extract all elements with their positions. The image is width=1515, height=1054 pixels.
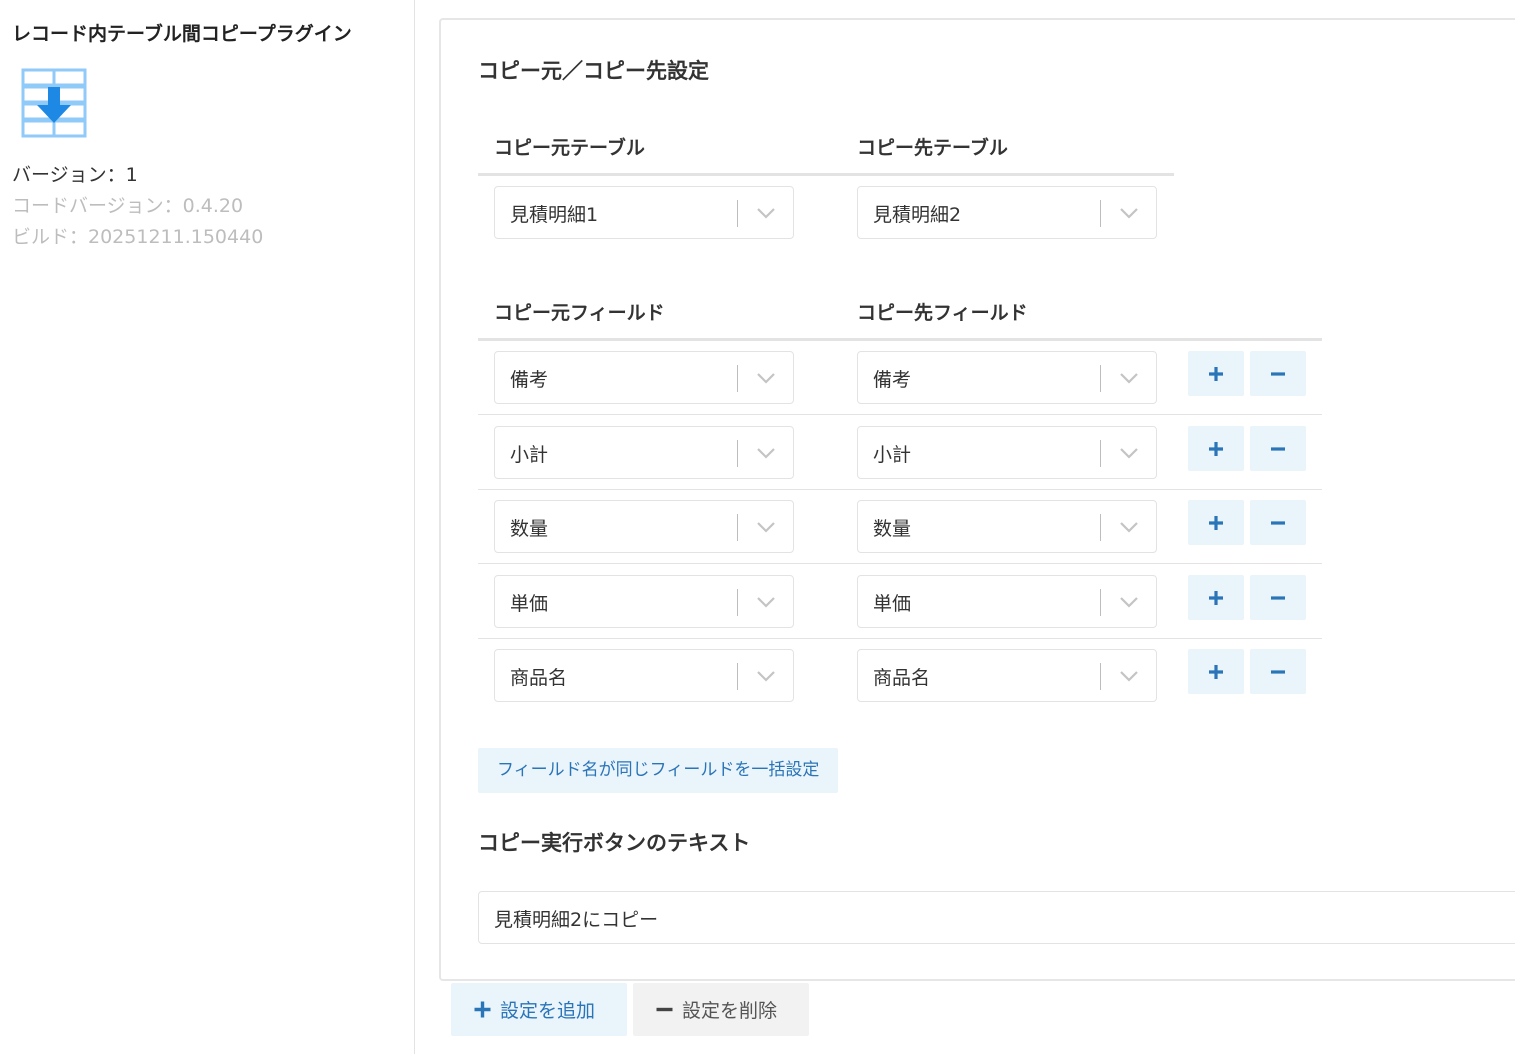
add-row-button[interactable] [1188, 351, 1244, 396]
select-separator [1100, 514, 1101, 541]
source-field-value: 数量 [510, 518, 549, 540]
select-separator [1100, 365, 1101, 392]
chevron-down-icon[interactable] [755, 370, 777, 386]
table-copy-icon [21, 67, 87, 143]
source-field-value: 商品名 [510, 667, 568, 689]
source-field-select[interactable]: 商品名 [494, 649, 794, 702]
dest-field-select[interactable]: 商品名 [857, 649, 1157, 702]
plus-icon [1209, 366, 1223, 381]
source-field-value: 備考 [510, 369, 549, 391]
dest-field-value: 備考 [873, 369, 912, 391]
chevron-down-icon[interactable] [1118, 594, 1140, 610]
remove-setting-label: 設定を削除 [682, 1000, 778, 1022]
source-field-value: 単価 [510, 593, 549, 615]
dest-field-value: 小計 [873, 444, 912, 466]
remove-row-button[interactable] [1250, 351, 1306, 396]
button-text-value: 見積明細2にコピー [494, 909, 659, 931]
select-separator [737, 663, 738, 690]
version-text: バージョン：1 [12, 164, 138, 186]
select-separator [737, 200, 738, 227]
select-separator [737, 514, 738, 541]
chevron-down-icon[interactable] [1118, 205, 1140, 221]
source-field-select[interactable]: 数量 [494, 500, 794, 553]
table-header-divider [478, 173, 1174, 176]
source-table-select[interactable]: 見積明細1 [494, 186, 794, 239]
minus-icon [1271, 520, 1285, 525]
minus-icon [1271, 446, 1285, 451]
dest-field-select[interactable]: 小計 [857, 426, 1157, 479]
plus-icon [1209, 441, 1223, 456]
add-row-button[interactable] [1188, 575, 1244, 620]
source-field-select[interactable]: 小計 [494, 426, 794, 479]
source-table-header: コピー元テーブル [494, 137, 645, 159]
row-divider [478, 563, 1322, 564]
chevron-down-icon[interactable] [755, 519, 777, 535]
bulk-set-same-fields-button[interactable]: フィールド名が同じフィールドを一括設定 [478, 748, 839, 793]
code-version-text: コードバージョン：0.4.20 [12, 195, 244, 217]
minus-icon [1271, 371, 1285, 376]
source-field-select[interactable]: 単価 [494, 575, 794, 628]
chevron-down-icon[interactable] [755, 594, 777, 610]
sidebar: レコード内テーブル間コピープラグイン バージョン：1 コードバージョン：0.4.… [0, 0, 415, 1054]
button-text-input[interactable]: 見積明細2にコピー [478, 891, 1515, 944]
source-field-select[interactable]: 備考 [494, 351, 794, 404]
copy-settings-title: コピー元／コピー先設定 [478, 59, 709, 83]
add-row-button[interactable] [1188, 649, 1244, 694]
chevron-down-icon[interactable] [1118, 445, 1140, 461]
dest-field-select[interactable]: 単価 [857, 575, 1157, 628]
select-separator [1100, 440, 1101, 467]
select-separator [737, 440, 738, 467]
remove-row-button[interactable] [1250, 500, 1306, 545]
remove-setting-button[interactable]: 設定を削除 [633, 983, 809, 1036]
minus-icon [1271, 595, 1285, 600]
plus-icon [1209, 515, 1223, 530]
chevron-down-icon[interactable] [755, 445, 777, 461]
dest-field-select[interactable]: 備考 [857, 351, 1157, 404]
minus-icon [1271, 669, 1285, 674]
chevron-down-icon[interactable] [1118, 519, 1140, 535]
dest-table-select[interactable]: 見積明細2 [857, 186, 1157, 239]
source-table-value: 見積明細1 [510, 204, 599, 226]
source-field-value: 小計 [510, 444, 549, 466]
dest-table-header: コピー先テーブル [857, 137, 1008, 159]
add-setting-button[interactable]: 設定を追加 [451, 983, 627, 1036]
dest-field-header: コピー先フィールド [857, 302, 1028, 324]
remove-row-button[interactable] [1250, 575, 1306, 620]
minus-icon [656, 1007, 673, 1012]
plus-icon [474, 1001, 491, 1018]
add-row-button[interactable] [1188, 426, 1244, 471]
chevron-down-icon[interactable] [755, 205, 777, 221]
build-text: ビルド：20251211.150440 [12, 226, 264, 248]
settings-card: コピー元／コピー先設定 コピー元テーブル コピー先テーブル 見積明細1 見積明細… [439, 18, 1515, 981]
row-divider [478, 638, 1322, 639]
button-text-title: コピー実行ボタンのテキスト [478, 831, 751, 855]
dest-field-select[interactable]: 数量 [857, 500, 1157, 553]
row-divider [478, 489, 1322, 490]
row-divider [478, 414, 1322, 415]
select-separator [1100, 589, 1101, 616]
source-field-header: コピー元フィールド [494, 302, 665, 324]
select-separator [737, 589, 738, 616]
select-separator [737, 365, 738, 392]
dest-table-value: 見積明細2 [873, 204, 962, 226]
chevron-down-icon[interactable] [1118, 370, 1140, 386]
plus-icon [1209, 664, 1223, 679]
dest-field-value: 単価 [873, 593, 912, 615]
plugin-title: レコード内テーブル間コピープラグイン [12, 23, 352, 45]
dest-field-value: 商品名 [873, 667, 931, 689]
chevron-down-icon[interactable] [1118, 668, 1140, 684]
chevron-down-icon[interactable] [755, 668, 777, 684]
select-separator [1100, 200, 1101, 227]
add-row-button[interactable] [1188, 500, 1244, 545]
remove-row-button[interactable] [1250, 426, 1306, 471]
add-setting-label: 設定を追加 [500, 1000, 596, 1022]
field-header-divider [478, 338, 1322, 341]
remove-row-button[interactable] [1250, 649, 1306, 694]
plus-icon [1209, 590, 1223, 605]
dest-field-value: 数量 [873, 518, 912, 540]
select-separator [1100, 663, 1101, 690]
